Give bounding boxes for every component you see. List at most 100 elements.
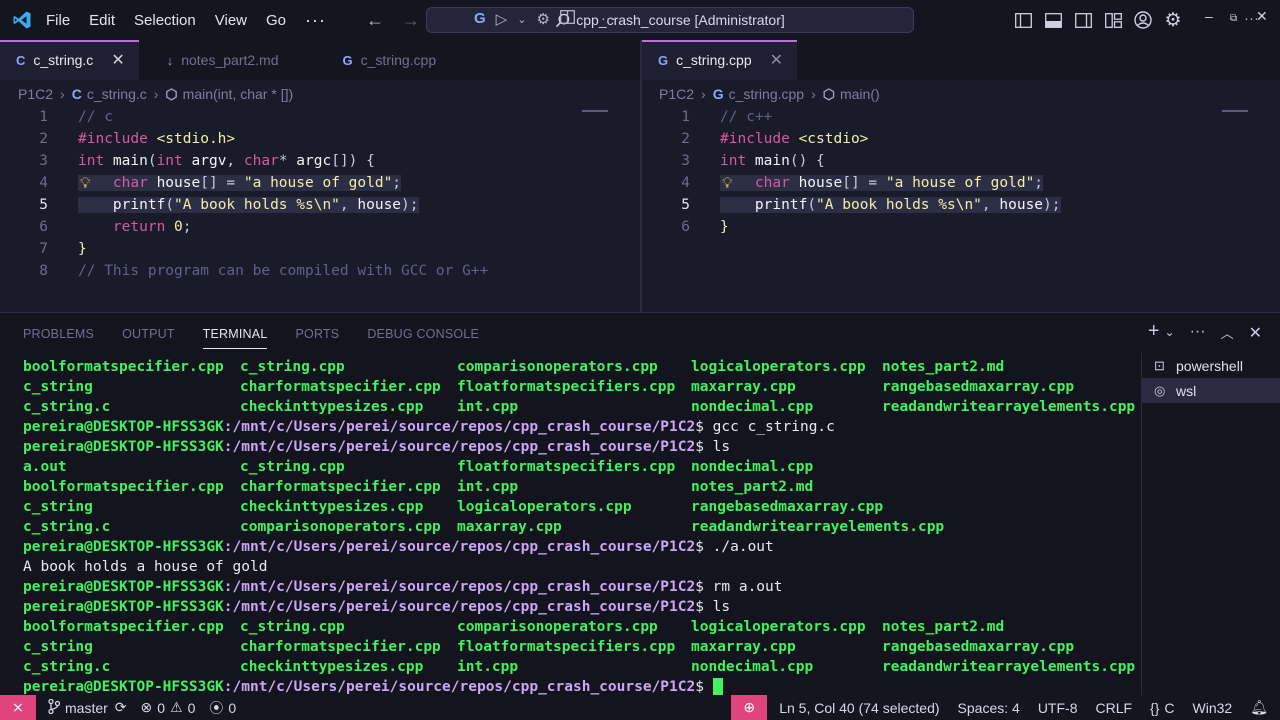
prompt-path: :/mnt/c/Users/perei/source/repos/cpp_cra… xyxy=(223,679,696,695)
gear-icon[interactable]: ⚙ xyxy=(536,10,549,28)
code-line[interactable]: 2 #include <cstdio> xyxy=(642,128,1280,150)
terminal-item-powershell[interactable]: ⊡ powershell xyxy=(1142,353,1280,378)
file-entry: nondecimal.cpp xyxy=(691,459,814,475)
code-line[interactable]: 4 char house[] = "a house of gold"; 💡︎ xyxy=(642,172,1280,194)
file-entry: boolformatspecifier.cpp xyxy=(23,619,224,635)
platform[interactable]: Win32 xyxy=(1193,700,1233,716)
more-actions-icon[interactable]: ··· xyxy=(1244,10,1259,27)
zoom-icon[interactable]: ⊕ xyxy=(731,695,768,720)
toggle-panel-icon[interactable] xyxy=(1042,9,1064,31)
code-line[interactable]: 2 #include <stdio.h> xyxy=(0,128,640,150)
file-entry: readandwritearrayelements.cpp xyxy=(882,399,1136,415)
menu-selection[interactable]: Selection xyxy=(134,12,196,29)
minimap[interactable] xyxy=(1222,110,1248,112)
customize-layout-icon[interactable] xyxy=(1102,9,1124,31)
back-arrow-icon[interactable]: ← xyxy=(366,10,384,31)
toggle-secondary-sidebar-icon[interactable] xyxy=(1072,9,1094,31)
code-line[interactable]: 1 // c xyxy=(0,106,640,128)
sync-icon[interactable]: ⟳ xyxy=(115,699,127,716)
tab-output[interactable]: OUTPUT xyxy=(122,313,175,355)
remote-indicator-icon[interactable]: ⨯ xyxy=(0,695,36,720)
code-line[interactable]: 5 printf("A book holds %s\n", house); xyxy=(0,194,640,216)
code-editor-left[interactable]: 1// c 2 #include <stdio.h> 3 int main(int ar… xyxy=(0,106,640,311)
encoding[interactable]: UTF-8 xyxy=(1038,700,1078,716)
end-of-line[interactable]: CRLF xyxy=(1095,700,1132,716)
file-entry: checkinttypesizes.cpp xyxy=(240,499,424,515)
tab-c-string-cpp[interactable]: G c_string.cpp xyxy=(293,40,451,80)
error-count: 0 xyxy=(157,699,166,716)
code-line[interactable]: 6} xyxy=(642,216,1280,238)
bottom-panel: PROBLEMS OUTPUT TERMINAL PORTS DEBUG CON… xyxy=(0,312,1280,697)
tab-notes-part2-md[interactable]: ↓ notes_part2.md xyxy=(139,40,293,80)
code-line[interactable]: 5 printf("A book holds %s\n", house); xyxy=(642,194,1280,216)
branch-status[interactable]: master ⟳ xyxy=(48,698,127,717)
code-line[interactable]: 1 // c++ xyxy=(642,106,1280,128)
lightbulb-icon[interactable]: 💡︎ xyxy=(80,172,91,194)
breadcrumb-file[interactable]: c_string.c xyxy=(87,86,147,102)
code-line[interactable]: 6 return 0; xyxy=(0,216,640,238)
problems-status[interactable]: ⊗ 0 ⚠ 0 xyxy=(141,699,196,716)
close-icon[interactable]: ✕ xyxy=(1249,323,1262,343)
lightbulb-icon[interactable]: 💡︎ xyxy=(722,172,733,194)
minimap[interactable] xyxy=(582,110,608,112)
gear-icon[interactable]: ⚙ xyxy=(1162,9,1184,31)
prompt-user: pereira@DESKTOP-HFSS3GK xyxy=(23,539,224,555)
maximize-panel-icon[interactable]: ︿ xyxy=(1221,323,1234,343)
tab-debug-console[interactable]: DEBUG CONSOLE xyxy=(367,313,479,355)
code-token: , xyxy=(226,153,244,169)
tab-problems[interactable]: PROBLEMS xyxy=(23,313,94,355)
menu-edit[interactable]: Edit xyxy=(89,12,115,29)
tab-ports[interactable]: PORTS xyxy=(295,313,339,355)
file-entry: int.cpp xyxy=(457,399,519,415)
code-editor-right[interactable]: 1// c++ 2 #include <cstdio> 3 int main() {4 … xyxy=(642,106,1280,311)
breadcrumb-file[interactable]: c_string.cpp xyxy=(729,86,804,102)
more-actions-icon[interactable]: ··· xyxy=(1190,323,1206,343)
line-number: 5 xyxy=(39,197,48,213)
cursor-position[interactable]: Ln 5, Col 40 (74 selected) xyxy=(779,700,939,716)
indentation[interactable]: Spaces: 4 xyxy=(958,700,1020,716)
split-editor-icon[interactable] xyxy=(559,10,575,28)
code-token: ( xyxy=(165,197,175,213)
menu-file[interactable]: File xyxy=(46,12,70,29)
tab-c-string-cpp-right[interactable]: G c_string.cpp ✕ xyxy=(642,40,798,80)
ports-status[interactable]: ⦿ 0 xyxy=(209,698,236,718)
terminal-item-wsl[interactable]: ◎ wsl xyxy=(1142,378,1280,403)
breadcrumb-symbol[interactable]: main() xyxy=(840,86,880,102)
editor-split-divider[interactable] xyxy=(640,40,642,312)
code-text: // This program can be compiled with GCC… xyxy=(78,260,488,282)
forward-arrow-icon[interactable]: → xyxy=(402,10,420,31)
code-line[interactable]: 3 int main() { xyxy=(642,150,1280,172)
git-branch-icon xyxy=(48,698,61,717)
code-line[interactable]: 8 // This program can be compiled with GC… xyxy=(0,260,640,282)
run-icon[interactable]: ▷ xyxy=(496,10,508,28)
code-line[interactable]: 3 int main(int argv, char* argc[]) { xyxy=(0,150,640,172)
breadcrumb-symbol[interactable]: main(int, char * []) xyxy=(183,86,293,102)
menu-view[interactable]: View xyxy=(215,12,247,29)
notifications-icon[interactable]: 🔔︎ xyxy=(1250,699,1268,716)
file-entry: c_string.c xyxy=(23,659,111,675)
minimize-icon[interactable]: – xyxy=(1205,8,1213,24)
line-number: 1 xyxy=(39,109,48,125)
chevron-down-icon[interactable]: ⌄ xyxy=(1165,325,1175,343)
language-mode[interactable]: {} C xyxy=(1150,700,1174,716)
tab-terminal[interactable]: TERMINAL xyxy=(202,313,268,355)
account-icon[interactable] xyxy=(1132,9,1154,31)
menu-go[interactable]: Go xyxy=(266,12,286,29)
restore-icon[interactable]: ⧉ xyxy=(1230,13,1237,24)
breadcrumb-folder[interactable]: P1C2 xyxy=(659,86,694,102)
toggle-primary-sidebar-icon[interactable] xyxy=(1012,9,1034,31)
chevron-down-icon[interactable]: ⌄ xyxy=(517,13,526,28)
code-line[interactable]: 4 char house[] = "a house of gold"; 💡︎ xyxy=(0,172,640,194)
tab-c-string-c[interactable]: C c_string.c ✕ xyxy=(0,40,139,80)
add-terminal-icon[interactable]: + xyxy=(1148,321,1160,343)
terminal-output[interactable]: boolformatspecifier.cpp c_string.cpp compa… xyxy=(23,357,1138,697)
code-line[interactable]: 7} xyxy=(0,238,640,260)
code-token: 0 xyxy=(174,219,183,235)
cpp-settings-icon[interactable]: G xyxy=(474,10,486,28)
more-actions-icon[interactable]: ··· xyxy=(601,10,616,28)
breadcrumb-folder[interactable]: P1C2 xyxy=(18,86,53,102)
menu-more-icon[interactable]: ··· xyxy=(305,10,326,31)
close-icon[interactable]: ✕ xyxy=(111,50,124,70)
line-number: 7 xyxy=(39,241,48,257)
close-icon[interactable]: ✕ xyxy=(770,50,783,70)
